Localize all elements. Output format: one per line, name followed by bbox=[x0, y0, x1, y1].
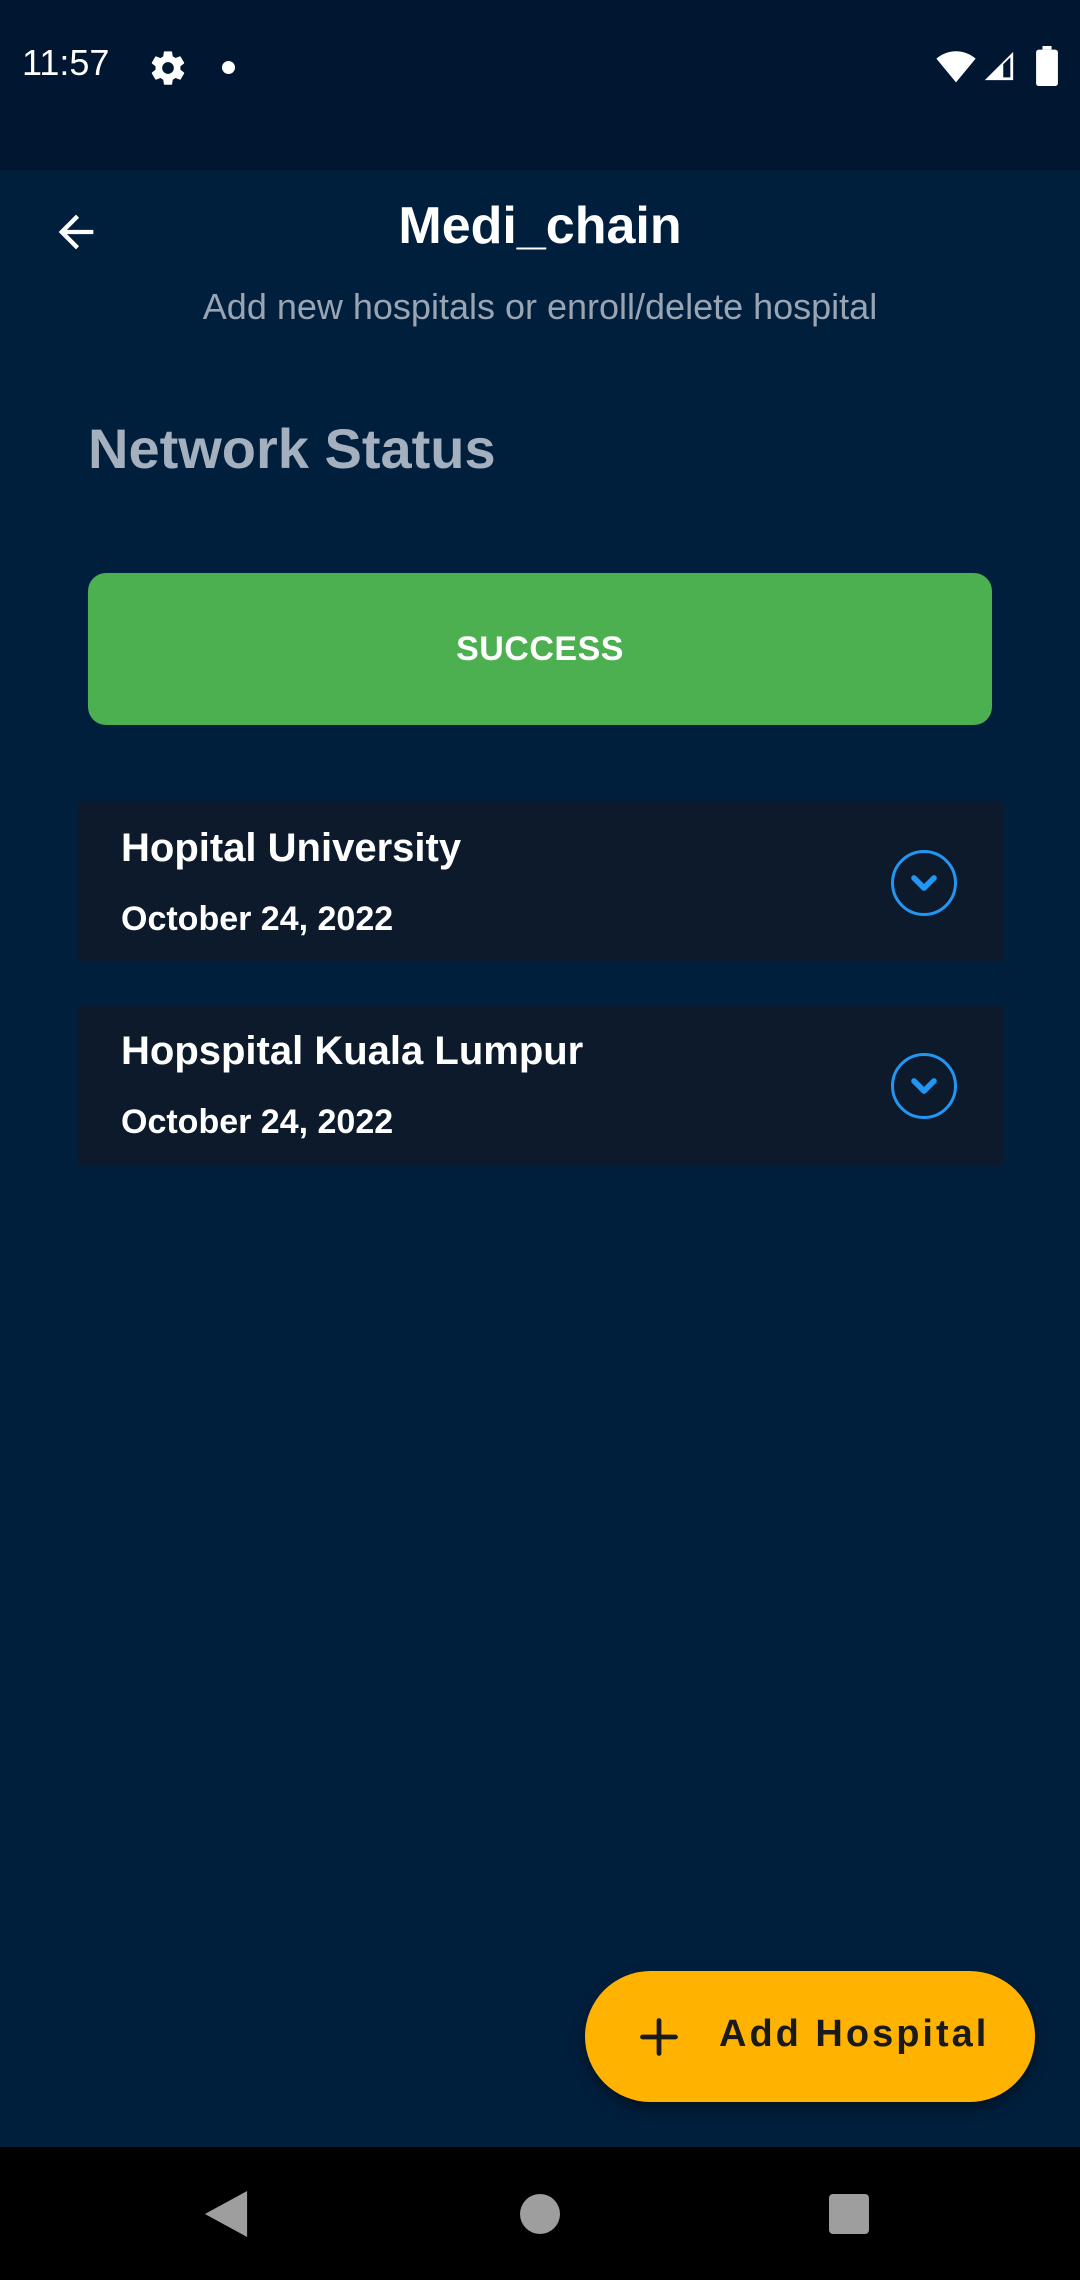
status-bar: 11:57 bbox=[0, 0, 1080, 170]
hospital-card[interactable]: Hopital University October 24, 2022 bbox=[77, 802, 1003, 962]
expand-button[interactable] bbox=[891, 1053, 957, 1119]
wifi-icon bbox=[936, 51, 976, 83]
page-subtitle: Add new hospitals or enroll/delete hospi… bbox=[202, 286, 878, 327]
hospital-name: Hopspital Kuala Lumpur bbox=[121, 1029, 584, 1073]
battery-icon bbox=[1036, 46, 1058, 86]
gear-icon bbox=[151, 51, 185, 85]
nav-home-icon[interactable] bbox=[520, 2194, 560, 2234]
nav-back-icon[interactable] bbox=[204, 2191, 248, 2237]
chevron-down-icon bbox=[911, 875, 937, 891]
app-screen: 11:57 Medi_chain Add new hospitals or en… bbox=[0, 0, 1080, 2280]
hospital-date: October 24, 2022 bbox=[121, 1103, 394, 1141]
page-title: Medi_chain bbox=[398, 197, 682, 255]
chevron-down-icon bbox=[911, 1078, 937, 1094]
nav-recents-icon[interactable] bbox=[829, 2194, 869, 2234]
hospital-date: October 24, 2022 bbox=[121, 900, 394, 938]
add-hospital-button[interactable]: Add Hospital bbox=[585, 1971, 1035, 2102]
hospital-name: Hopital University bbox=[121, 826, 462, 870]
system-nav-bar bbox=[0, 2147, 1080, 2280]
status-time: 11:57 bbox=[22, 42, 110, 83]
signal-icon bbox=[984, 51, 1014, 81]
network-status-heading: Network Status bbox=[88, 417, 496, 480]
plus-icon bbox=[640, 2018, 678, 2056]
notification-dot-icon bbox=[222, 61, 235, 74]
network-status-button[interactable]: SUCCESS bbox=[88, 573, 992, 725]
add-hospital-label: Add Hospital bbox=[719, 2013, 990, 2055]
hospital-card[interactable]: Hopspital Kuala Lumpur October 24, 2022 bbox=[77, 1005, 1003, 1165]
expand-button[interactable] bbox=[891, 850, 957, 916]
